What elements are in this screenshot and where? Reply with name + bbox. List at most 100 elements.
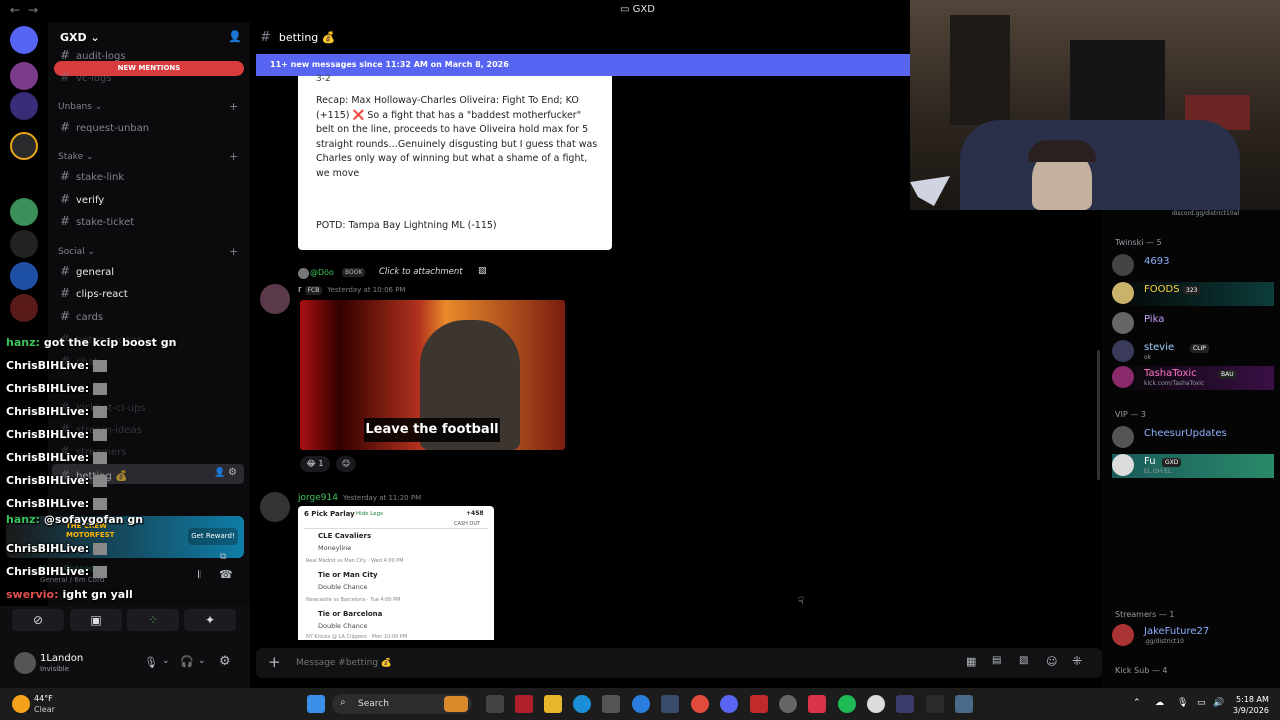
app-icon[interactable] [515,695,533,713]
channel-clips-react[interactable]: # clips-react [60,286,128,300]
back-icon[interactable]: ← [10,3,20,17]
screen-share-button[interactable]: ▣ [70,609,122,631]
sticker-icon[interactable]: ▧ [1019,655,1028,666]
forward-icon[interactable]: → [28,3,38,17]
microphone-icon[interactable]: 🎙 [144,656,158,669]
gear-icon[interactable]: ⚙ [219,654,231,669]
member-item[interactable]: TashaToxic BAU kick.com/TashaToxic [1112,366,1274,390]
reply-text[interactable]: Click to attachment [379,267,463,277]
gift-icon[interactable]: ▦ [966,655,976,668]
start-icon[interactable] [307,695,325,713]
channel-verify[interactable]: # verify [60,192,104,206]
search-box[interactable]: ⌕ Search [332,694,472,714]
member-item[interactable]: Pika [1112,312,1274,336]
reply-user[interactable]: @Döo [310,268,334,277]
server-icon[interactable] [10,92,38,120]
member-item[interactable]: Fu GXD EL OH EL [1112,454,1274,478]
member-activity: discord.gg/district10al [1172,210,1240,217]
file-explorer-icon[interactable] [544,695,562,713]
server-icon[interactable] [10,132,38,160]
microphone-icon[interactable]: 🎙 [1177,698,1188,708]
discord-icon[interactable] [720,695,738,713]
message-input[interactable] [296,655,896,671]
add-channel-icon[interactable]: + [229,100,238,113]
channel-audit-logs[interactable]: # audit-logs [60,48,126,62]
network-icon[interactable]: ▭ [1197,698,1206,708]
video-embed[interactable]: Leave the football [300,300,565,450]
volume-icon[interactable]: 🔊 [1213,698,1224,708]
video-off-button[interactable]: ⊘ [12,609,64,631]
add-channel-icon[interactable]: + [229,150,238,163]
server-icon[interactable] [10,230,38,258]
calculator-icon[interactable] [955,695,973,713]
leg-type: Moneyline [318,544,352,552]
server-icon[interactable] [10,198,38,226]
emoji-icon[interactable]: ☺ [1046,655,1057,668]
chrome-icon[interactable] [691,695,709,713]
channel-vc-logs[interactable]: # vc-logs [60,70,111,84]
channel-request-unban[interactable]: # request-unban [60,120,149,134]
weather-icon[interactable] [12,695,30,713]
settings-icon[interactable] [661,695,679,713]
add-attachment-icon[interactable]: + [268,653,281,671]
category-unbans[interactable]: Unbans ⌄ [58,102,102,112]
category-social[interactable]: Social ⌄ [58,247,95,257]
stream-chat-user: ChrisBIHLive: [6,542,90,555]
member-item[interactable]: JakeFuture27 .gg/district10 [1112,624,1274,648]
app-icon[interactable] [750,695,768,713]
add-user-icon[interactable]: 👤 [228,30,242,43]
headphones-icon[interactable]: 🎧 [180,655,194,668]
message-user[interactable]: r FCB Yesterday at 10:06 PM [298,285,405,295]
avatar[interactable] [14,652,36,674]
apps-icon[interactable]: ⁜ [1072,654,1082,668]
member-item[interactable]: FOODS 323 [1112,282,1274,306]
message-user[interactable]: jorge914 Yesterday at 11:20 PM [298,493,421,503]
spotify-icon[interactable] [838,695,856,713]
discord-home-icon[interactable] [10,26,38,54]
edge-icon[interactable] [573,695,591,713]
cloud-icon[interactable]: ☁ [1155,698,1164,708]
app-icon[interactable] [632,695,650,713]
message-composer: + ▦ ▤ ▧ ☺ ⁜ [256,648,1102,678]
chevron-down-icon[interactable]: ⌄ [198,656,206,666]
channel-stake-ticket[interactable]: # stake-ticket [60,214,134,228]
store-icon[interactable] [602,695,620,713]
channel-cards[interactable]: # cards [60,309,103,323]
obs-icon[interactable] [867,695,885,713]
stream-chat-line: hanz: got the kcip boost gn [6,336,176,349]
server-icon[interactable] [10,62,38,90]
avatar[interactable] [260,492,290,522]
app-icon[interactable] [779,695,797,713]
member-item[interactable]: 4693 [1112,254,1274,278]
guild-name[interactable]: GXD ⌄ [60,31,100,44]
avatar[interactable] [260,284,290,314]
new-messages-bar[interactable]: 11+ new messages since 11:32 AM on March… [256,54,910,76]
add-reaction-icon[interactable]: ☺ [336,456,356,472]
channel-general[interactable]: # general [60,264,114,278]
chevron-down-icon[interactable]: ⌄ [162,656,170,666]
activities-button[interactable]: ⁘ [127,609,179,631]
recap-image[interactable]: 3-2 Recap: Max Holloway-Charles Oliveira… [298,74,612,250]
member-item[interactable]: stevie CLIP ok [1112,340,1274,364]
add-channel-icon[interactable]: + [229,245,238,258]
soundboard-button[interactable]: ✦ [184,609,236,631]
member-item[interactable]: CheesurUpdates [1112,426,1274,450]
channel-stake-link[interactable]: # stake-link [60,169,124,183]
chevron-up-icon[interactable]: ⌃ [1133,698,1141,708]
username[interactable]: 1Landon [40,653,83,664]
server-icon[interactable] [10,294,38,322]
gif-icon[interactable]: ▤ [992,655,1001,666]
member-list: discord.gg/district10al Twinski — 5 VIP — … [1097,210,1280,688]
clock-time[interactable]: 5:18 AM [1236,695,1269,704]
task-view-icon[interactable] [486,695,504,713]
parlay-image[interactable]: 6 Pick Parlay Hide Legs +458 CASH OUT CL… [298,506,494,640]
category-stake[interactable]: Stake ⌄ [58,152,94,162]
app-icon[interactable] [808,695,826,713]
server-icon[interactable] [10,262,38,290]
app-icon[interactable] [896,695,914,713]
app-icon[interactable] [926,695,944,713]
scrollbar[interactable] [1097,350,1100,480]
stream-chat-user: ChrisBIHLive: [6,359,90,372]
clock-date[interactable]: 3/9/2026 [1233,706,1269,715]
reaction-emoji[interactable]: 😂 1 [300,456,330,472]
